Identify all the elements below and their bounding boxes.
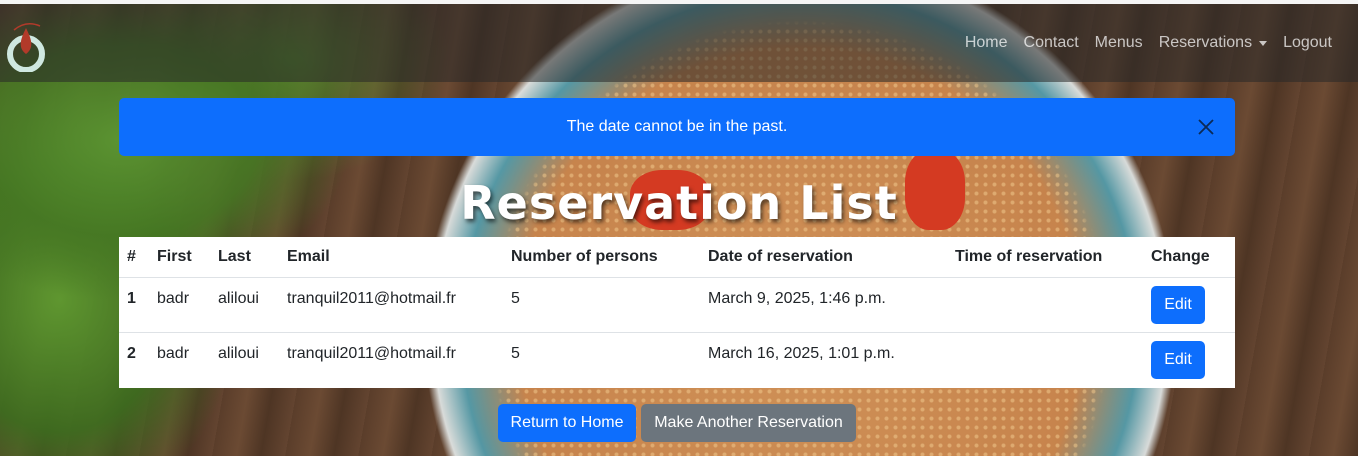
nav-logout[interactable]: Logout [1275, 34, 1340, 52]
chevron-down-icon [1259, 40, 1268, 46]
row-email: tranquil2011@hotmail.fr [287, 344, 456, 362]
return-home-button[interactable]: Return to Home [498, 404, 636, 442]
header-last: Last [210, 237, 279, 278]
row-date: March 9, 2025, 1:46 p.m. [700, 277, 947, 333]
nav-contact[interactable]: Contact [1016, 34, 1087, 52]
header-persons: Number of persons [503, 237, 700, 278]
page-title: Reservation List [460, 176, 898, 230]
row-last: aliloui [218, 344, 259, 362]
row-date: March 16, 2025, 1:01 p.m. [708, 344, 895, 362]
table-row: 1 badr aliloui tranquil2011@hotmail.fr 5… [119, 277, 1235, 333]
row-persons: 5 [503, 277, 700, 333]
table-row: 2 badr aliloui tranquil2011@hotmail.fr 5… [119, 332, 1235, 387]
header-first: First [149, 237, 210, 278]
alert-text: The date cannot be in the past. [566, 118, 788, 135]
header-email: Email [279, 237, 503, 278]
row-time [947, 332, 1143, 387]
nav-menus[interactable]: Menus [1087, 34, 1151, 52]
header-num: # [119, 237, 149, 278]
header-time: Time of reservation [947, 237, 1143, 278]
nav-home[interactable]: Home [957, 34, 1016, 52]
row-first: badr [149, 277, 210, 333]
row-num: 1 [119, 277, 149, 333]
reservation-table: # First Last Email Number of persons Dat… [119, 237, 1235, 388]
row-persons: 5 [511, 344, 520, 362]
make-another-reservation-button[interactable]: Make Another Reservation [641, 404, 856, 442]
edit-button[interactable]: Edit [1151, 340, 1205, 379]
row-email: tranquil2011@hotmail.fr [279, 277, 503, 333]
row-num: 2 [127, 344, 136, 362]
nav-reservations-label: Reservations [1158, 34, 1253, 51]
table-header-row: # First Last Email Number of persons Dat… [119, 237, 1235, 278]
edit-button[interactable]: Edit [1151, 285, 1205, 324]
row-time [947, 277, 1143, 333]
row-first: badr [157, 344, 190, 362]
row-last: aliloui [210, 277, 279, 333]
nav-reservations[interactable]: Reservations [1151, 34, 1275, 52]
close-icon[interactable] [1197, 118, 1215, 136]
alert-message: The date cannot be in the past. [119, 98, 1235, 156]
header-date: Date of reservation [700, 237, 947, 278]
logo[interactable] [6, 14, 46, 73]
header-change: Change [1143, 237, 1235, 278]
navbar: Home Contact Menus Reservations Logout [0, 4, 1358, 82]
